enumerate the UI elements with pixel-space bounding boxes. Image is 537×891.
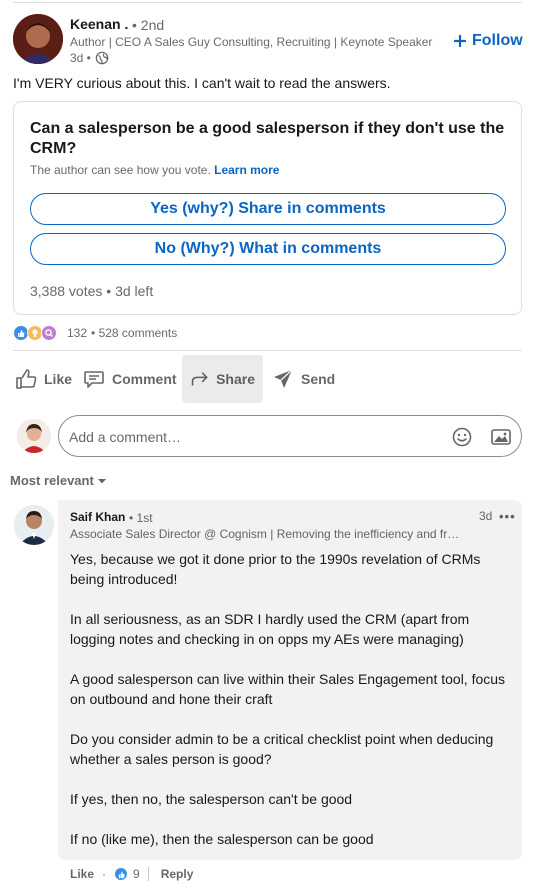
follow-label: Follow bbox=[472, 32, 523, 49]
author-name[interactable]: Keenan . bbox=[70, 16, 128, 32]
share-label: Share bbox=[216, 371, 255, 387]
comment-time: 3d bbox=[479, 509, 493, 523]
comment-input[interactable]: Add a comment… bbox=[58, 415, 522, 457]
plus-icon bbox=[454, 35, 466, 47]
poll-note: The author can see how you vote. Learn m… bbox=[30, 163, 279, 177]
author-degree: • 2nd bbox=[132, 17, 165, 33]
globe-icon bbox=[95, 51, 109, 65]
follow-button[interactable]: Follow bbox=[452, 29, 523, 53]
comment-paragraph: In all seriousness, as an SDR I hardly u… bbox=[70, 611, 470, 647]
share-button[interactable]: Share bbox=[182, 355, 263, 403]
sort-dropdown[interactable]: Most relevant bbox=[10, 473, 108, 488]
sort-label: Most relevant bbox=[10, 473, 94, 488]
comment-more-button[interactable]: ••• bbox=[499, 509, 516, 524]
comment-count[interactable]: • 528 comments bbox=[91, 326, 177, 340]
emoji-icon[interactable] bbox=[451, 426, 473, 453]
post-time: 3d • bbox=[70, 51, 109, 65]
poll-meta: 3,388 votes • 3d left bbox=[30, 283, 154, 299]
comment-paragraph: If no (like me), then the salesperson ca… bbox=[70, 831, 374, 847]
caret-down-icon bbox=[97, 478, 106, 483]
poll-question: Can a salesperson be a good salesperson … bbox=[30, 120, 505, 157]
comment-reaction-count[interactable]: 9 bbox=[133, 867, 140, 881]
learn-more-link[interactable]: Learn more bbox=[214, 163, 279, 177]
send-icon bbox=[274, 369, 293, 388]
poll-card: Can a salesperson be a good salesperson … bbox=[13, 101, 522, 315]
my-avatar[interactable] bbox=[17, 419, 51, 453]
thumbs-up-icon bbox=[16, 369, 37, 389]
divider bbox=[147, 867, 149, 881]
comment-paragraph: Do you consider admin to be a critical c… bbox=[70, 731, 494, 767]
poll-note-text: The author can see how you vote. bbox=[30, 163, 211, 177]
author-avatar[interactable] bbox=[13, 14, 63, 64]
commenter-degree: • 1st bbox=[129, 511, 153, 525]
reaction-icons[interactable] bbox=[13, 325, 57, 341]
reaction-count[interactable]: 132 bbox=[67, 326, 87, 340]
post-text: I'm VERY curious about this. I can't wai… bbox=[13, 75, 391, 91]
image-icon[interactable] bbox=[490, 426, 512, 453]
like-label: Like bbox=[44, 371, 73, 387]
top-divider bbox=[13, 2, 522, 3]
poll-option-no[interactable]: No (Why?) What in comments bbox=[30, 233, 506, 265]
curious-icon bbox=[41, 325, 57, 341]
like-icon[interactable] bbox=[114, 867, 129, 881]
commenter-headline: Associate Sales Director @ Cognism | Rem… bbox=[70, 527, 460, 541]
commenter-avatar[interactable] bbox=[14, 505, 54, 545]
social-counts: 132 • 528 comments bbox=[13, 324, 177, 342]
send-label: Send bbox=[301, 371, 336, 387]
comment-actions: Like · 9 Reply bbox=[70, 866, 193, 882]
comment-like-button[interactable]: Like bbox=[70, 867, 94, 881]
social-divider bbox=[13, 350, 522, 351]
send-button[interactable]: Send bbox=[263, 355, 343, 403]
comment-label: Comment bbox=[112, 371, 177, 387]
comment-paragraph: Yes, because we got it done prior to the… bbox=[70, 551, 481, 587]
comment-button[interactable]: Comment bbox=[74, 355, 185, 403]
post-time-text: 3d • bbox=[70, 51, 91, 65]
comment-bubble: Saif Khan • 1st Associate Sales Director… bbox=[58, 500, 522, 860]
poll-option-yes[interactable]: Yes (why?) Share in comments bbox=[30, 193, 506, 225]
like-button[interactable]: Like bbox=[6, 355, 80, 403]
comment-reply-button[interactable]: Reply bbox=[161, 867, 194, 881]
separator-dot: · bbox=[102, 867, 107, 881]
commenter-name[interactable]: Saif Khan bbox=[70, 510, 125, 524]
comment-paragraph: A good salesperson can live within their… bbox=[70, 671, 506, 707]
share-icon bbox=[191, 372, 208, 386]
comment-icon bbox=[84, 371, 104, 388]
author-headline: Author | CEO A Sales Guy Consulting, Rec… bbox=[70, 35, 433, 49]
comment-placeholder: Add a comment… bbox=[69, 429, 182, 445]
comment-paragraph: If yes, then no, the salesperson can't b… bbox=[70, 791, 353, 807]
